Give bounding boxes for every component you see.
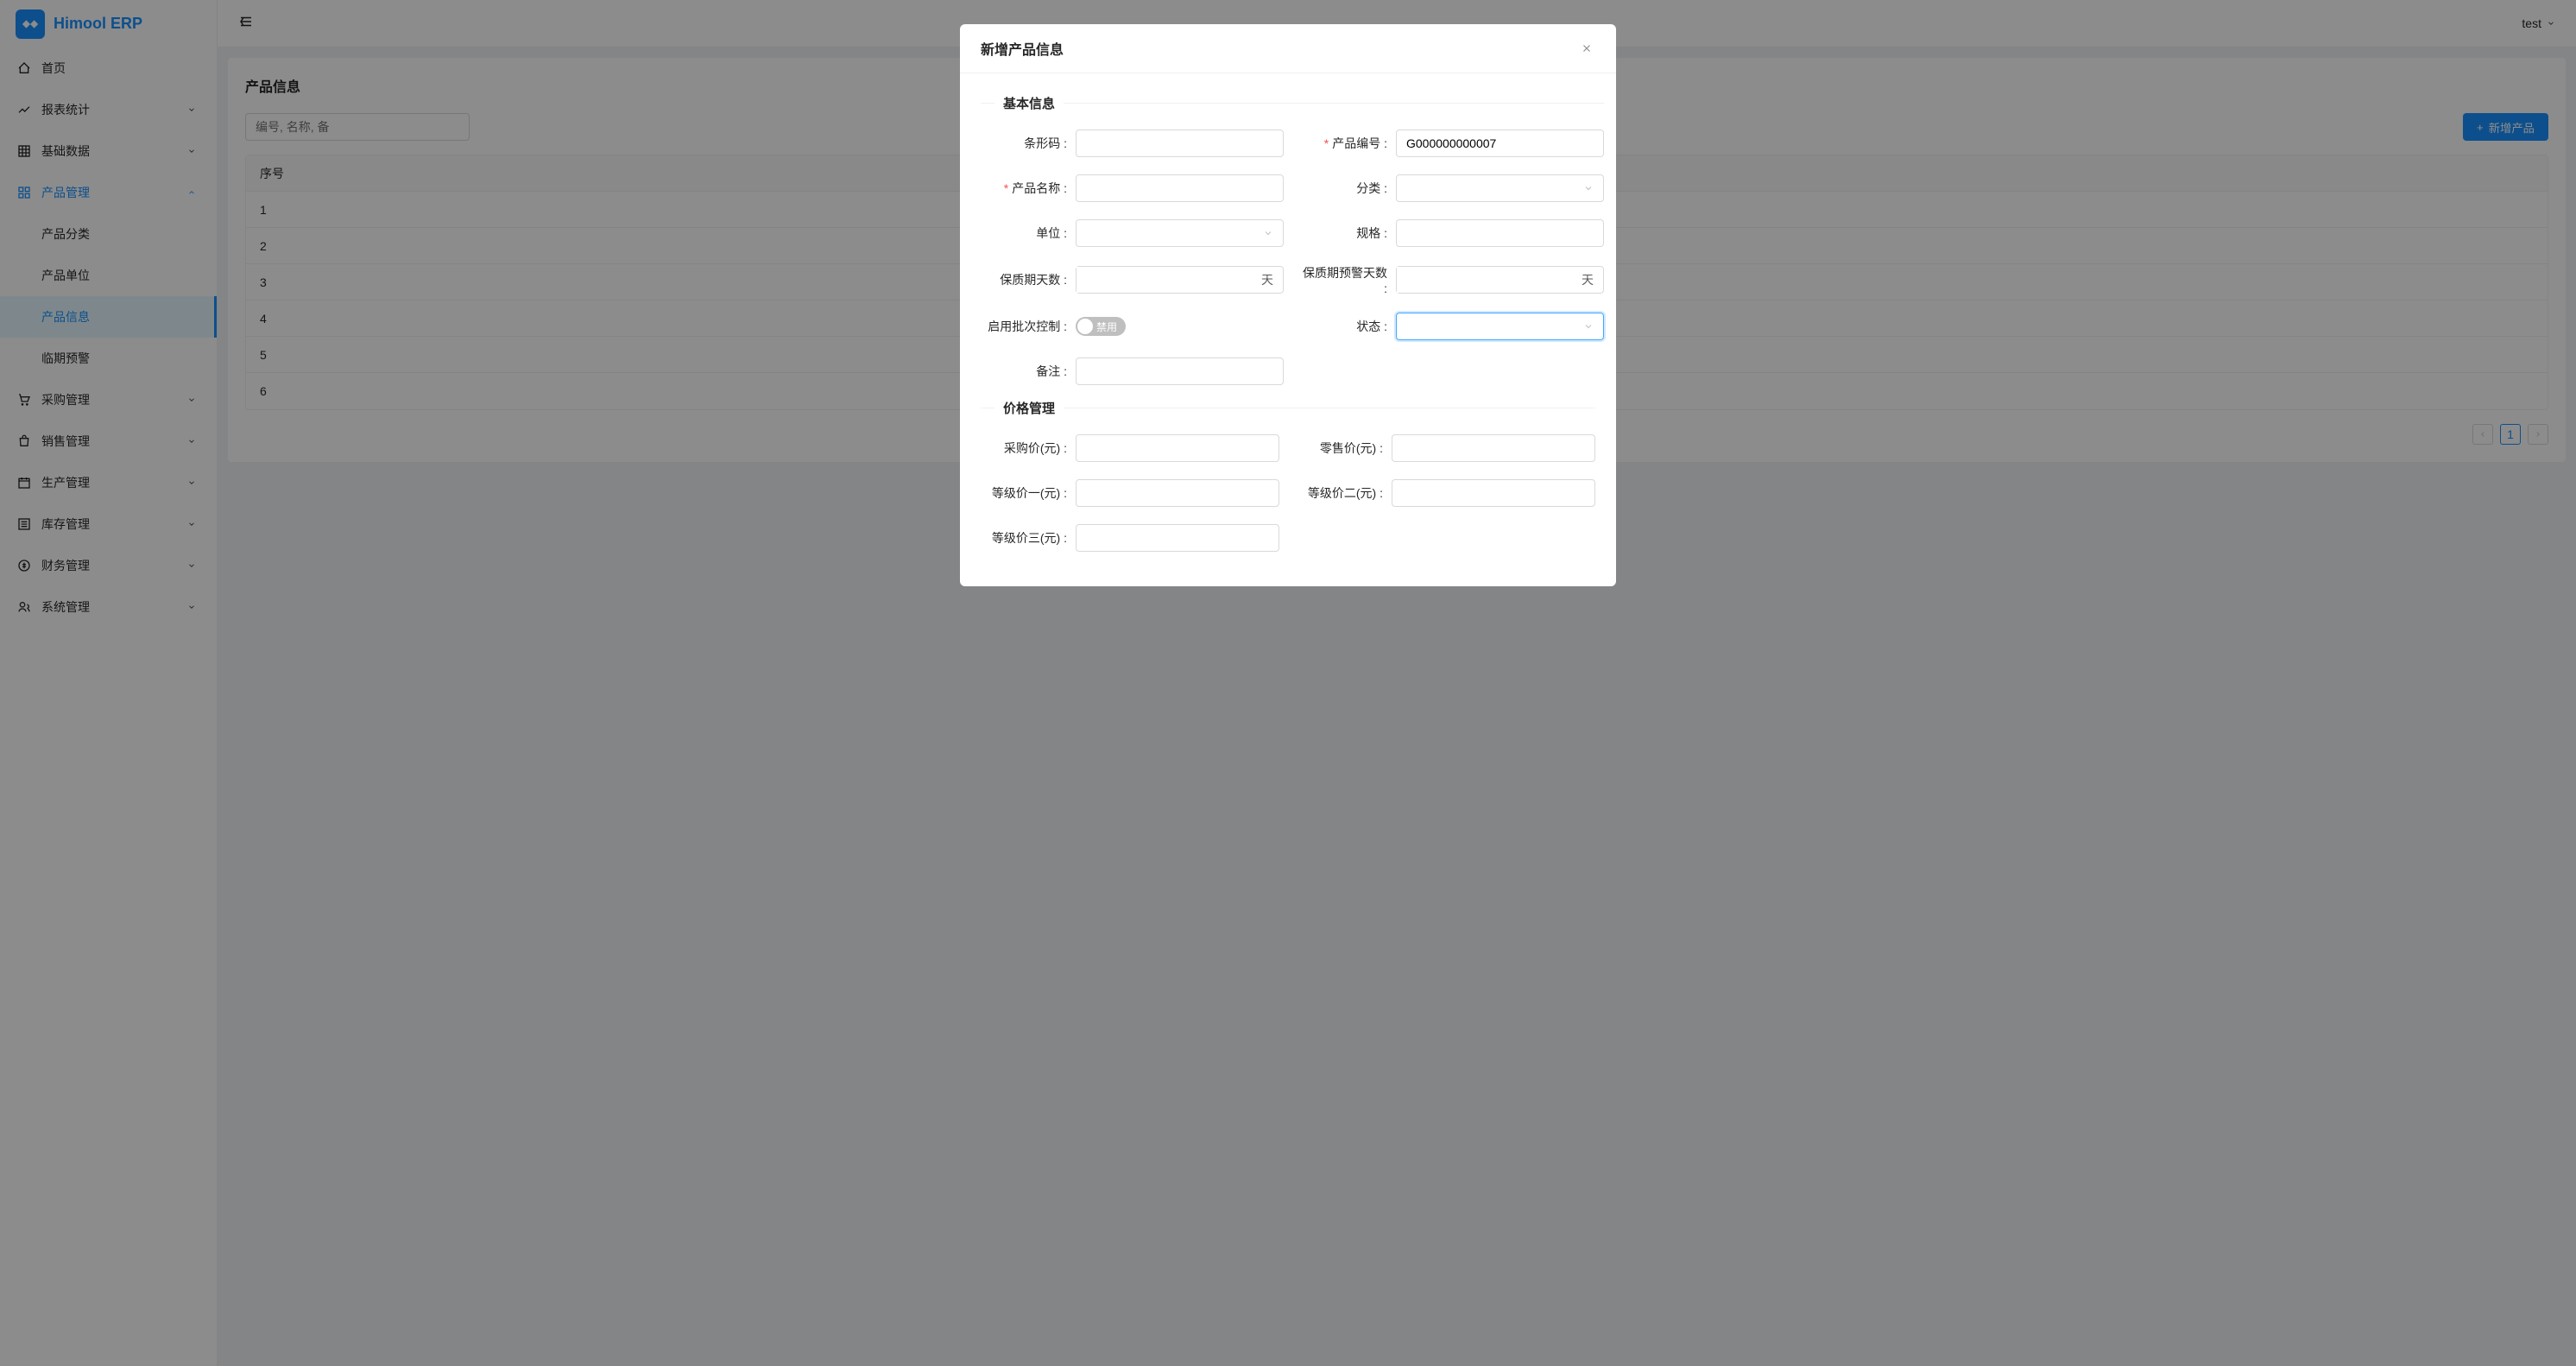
switch-handle	[1077, 319, 1093, 334]
label-pricelevel2: 等级价二(元) :	[1297, 484, 1392, 502]
label-purchaseprice: 采购价(元) :	[981, 440, 1076, 457]
add-product-modal: 新增产品信息 基本信息 条形码 : 产品编号 :	[960, 24, 1616, 586]
form-item-pricelevel1: 等级价一(元) :	[981, 479, 1279, 507]
input-shelfwarndays-wrapper: 天	[1396, 266, 1604, 294]
form-item-shelfdays: 保质期天数 : 天	[981, 264, 1284, 295]
fieldset-price: 价格管理 采购价(元) : 零售价(元) : 等级价一(元) :	[981, 399, 1595, 552]
input-shelfwarndays[interactable]	[1397, 267, 1572, 293]
suffix-days: 天	[1572, 271, 1603, 288]
modal-body: 基本信息 条形码 : 产品编号 : 产品名称 :	[960, 73, 1616, 586]
select-status[interactable]	[1396, 313, 1604, 340]
form-item-category: 分类 :	[1301, 174, 1604, 202]
label-batchcontrol: 启用批次控制 :	[981, 318, 1076, 335]
input-pricelevel3[interactable]	[1076, 524, 1279, 552]
form-item-purchaseprice: 采购价(元) :	[981, 434, 1279, 462]
label-barcode: 条形码 :	[981, 135, 1076, 152]
form-item-unit: 单位 :	[981, 219, 1284, 247]
switch-batchcontrol[interactable]: 禁用	[1076, 317, 1126, 336]
form-item-shelfwarndays: 保质期预警天数 : 天	[1301, 264, 1604, 295]
input-retailprice[interactable]	[1392, 434, 1595, 462]
input-remark[interactable]	[1076, 357, 1284, 385]
input-shelfdays[interactable]	[1076, 267, 1252, 293]
form-item-spec: 规格 :	[1301, 219, 1604, 247]
input-barcode[interactable]	[1076, 130, 1284, 157]
label-spec: 规格 :	[1301, 225, 1396, 242]
modal-title: 新增产品信息	[981, 38, 1064, 59]
input-spec[interactable]	[1396, 219, 1604, 247]
input-productno[interactable]	[1396, 130, 1604, 157]
form-item-productname: 产品名称 :	[981, 174, 1284, 202]
label-productname: 产品名称 :	[981, 180, 1076, 197]
input-pricelevel1[interactable]	[1076, 479, 1279, 507]
form-item-status: 状态 :	[1301, 313, 1604, 340]
form-item-batchcontrol: 启用批次控制 : 禁用	[981, 313, 1284, 340]
select-unit[interactable]	[1076, 219, 1284, 247]
form-item-barcode: 条形码 :	[981, 130, 1284, 157]
legend-price: 价格管理	[994, 399, 1064, 417]
select-category[interactable]	[1396, 174, 1604, 202]
input-productname[interactable]	[1076, 174, 1284, 202]
form-item-pricelevel2: 等级价二(元) :	[1297, 479, 1595, 507]
form-item-productno: 产品编号 :	[1301, 130, 1604, 157]
label-status: 状态 :	[1301, 318, 1396, 335]
label-retailprice: 零售价(元) :	[1297, 440, 1392, 457]
modal-mask[interactable]: 新增产品信息 基本信息 条形码 : 产品编号 :	[0, 0, 2576, 1366]
label-shelfwarndays: 保质期预警天数 :	[1301, 264, 1396, 295]
input-pricelevel2[interactable]	[1392, 479, 1595, 507]
label-pricelevel1: 等级价一(元) :	[981, 484, 1076, 502]
label-shelfdays: 保质期天数 :	[981, 271, 1076, 288]
modal-close-button[interactable]	[1578, 40, 1595, 57]
form-item-retailprice: 零售价(元) :	[1297, 434, 1595, 462]
label-pricelevel3: 等级价三(元) :	[981, 529, 1076, 547]
switch-text: 禁用	[1096, 319, 1117, 334]
form-item-remark: 备注 :	[981, 357, 1284, 385]
label-remark: 备注 :	[981, 363, 1076, 380]
fieldset-basic: 基本信息 条形码 : 产品编号 : 产品名称 :	[981, 94, 1604, 385]
form-item-pricelevel3: 等级价三(元) :	[981, 524, 1279, 552]
modal-header: 新增产品信息	[960, 24, 1616, 73]
input-shelfdays-wrapper: 天	[1076, 266, 1284, 294]
label-productno: 产品编号 :	[1301, 135, 1396, 152]
legend-basic: 基本信息	[994, 94, 1064, 112]
input-purchaseprice[interactable]	[1076, 434, 1279, 462]
label-category: 分类 :	[1301, 180, 1396, 197]
label-unit: 单位 :	[981, 225, 1076, 242]
suffix-days: 天	[1252, 271, 1283, 288]
